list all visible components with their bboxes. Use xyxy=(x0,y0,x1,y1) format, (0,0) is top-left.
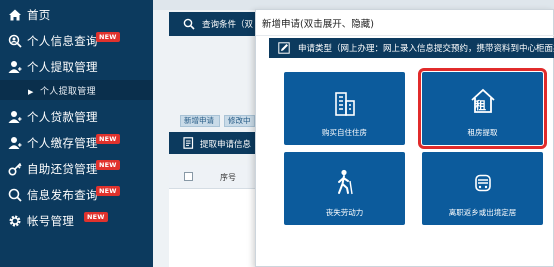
sidebar-item-label: 个人贷款管理 xyxy=(27,110,98,124)
sidebar-item-label: 自助还贷管理 xyxy=(27,162,98,176)
sidebar-item-label: 个人提取管理 xyxy=(27,60,98,74)
rent-character: 租 xyxy=(475,99,486,112)
gear-icon xyxy=(9,215,21,227)
new-badge: NEW xyxy=(96,160,120,170)
tile-buy-own-house[interactable]: 购买自住住房 xyxy=(284,72,405,145)
key-icon xyxy=(8,162,22,176)
tile-label: 丧失劳动力 xyxy=(325,208,364,217)
tile-rent-withdrawal[interactable]: 租 租房提取 xyxy=(418,68,547,149)
building-icon xyxy=(334,92,355,116)
tile-loss-of-labor-ability[interactable]: 丧失劳动力 xyxy=(284,152,405,225)
table-header: 序号 xyxy=(169,165,255,189)
query-conditions-label: 查询条件（双 xyxy=(202,20,254,30)
user-icon xyxy=(8,111,22,123)
sidebar-item-label: 个人缴存管理 xyxy=(27,136,98,150)
sidebar-item-self-service-repayment[interactable]: 自助还贷管理 NEW xyxy=(0,156,153,182)
new-badge: NEW xyxy=(96,186,120,196)
sidebar-item-home[interactable]: 首页 xyxy=(0,2,153,28)
document-icon xyxy=(183,137,194,149)
sidebar-item-label: 帐号管理 xyxy=(27,214,75,228)
modify-button[interactable]: 修改中 xyxy=(224,115,255,127)
car-icon xyxy=(474,174,491,192)
sidebar-subitem-label: 个人提取管理 xyxy=(40,87,96,97)
sidebar-item-account-management[interactable]: 帐号管理 NEW xyxy=(0,208,153,234)
user-icon xyxy=(8,137,22,149)
sidebar-subitem-personal-withdrawal[interactable]: ▶ 个人提取管理 xyxy=(0,80,153,100)
sidebar-item-label: 个人信息查询 xyxy=(27,34,98,48)
new-application-modal: 新增申请(双击展开、隐藏) 申请类型（网上办理：网上录入信息提交预约，携带资料到… xyxy=(255,9,554,267)
application-type-header: 申请类型（网上办理：网上录入信息提交预约，携带资料到中心柜面办理结 xyxy=(269,38,554,58)
sidebar-item-personal-info-query[interactable]: 个人信息查询 NEW xyxy=(0,28,153,54)
user-icon xyxy=(8,61,22,73)
new-badge: NEW xyxy=(84,212,108,222)
tile-leave-hometown-or-settle-abroad[interactable]: 离职返乡或出境定居 xyxy=(422,152,543,225)
tile-label: 离职返乡或出境定居 xyxy=(448,208,517,217)
sidebar: 首页 个人信息查询 NEW 个人提取管理 ▶ 个人提取管理 个人贷款管理 个人缴… xyxy=(0,0,153,267)
sidebar-item-label: 首页 xyxy=(27,8,51,22)
walking-person-icon xyxy=(337,169,353,195)
search-icon xyxy=(183,18,195,30)
new-badge: NEW xyxy=(96,134,120,144)
search-user-icon xyxy=(8,34,22,48)
section-title: 提取申请信息 xyxy=(200,140,252,150)
divider xyxy=(256,35,554,36)
search-icon xyxy=(8,188,22,202)
sidebar-item-personal-loan[interactable]: 个人贷款管理 xyxy=(0,104,153,130)
tile-label: 租房提取 xyxy=(467,128,498,137)
sidebar-item-info-publish-query[interactable]: 信息发布查询 NEW xyxy=(0,182,153,208)
modal-title[interactable]: 新增申请(双击展开、隐藏) xyxy=(262,16,374,30)
withdrawal-application-section-header: 提取申请信息 xyxy=(169,132,255,154)
application-type-label: 申请类型（网上办理：网上录入信息提交预约，携带资料到中心柜面办理结 xyxy=(298,44,554,54)
tile-label: 购买自住住房 xyxy=(322,128,367,137)
new-application-button[interactable]: 新增申请 xyxy=(180,115,220,127)
table-body xyxy=(169,189,255,267)
sidebar-item-personal-deposit[interactable]: 个人缴存管理 NEW xyxy=(0,130,153,156)
new-badge: NEW xyxy=(96,32,120,42)
select-all-checkbox[interactable] xyxy=(184,172,193,181)
column-header-index: 序号 xyxy=(220,173,236,182)
sidebar-item-label: 信息发布查询 xyxy=(27,188,98,202)
sidebar-item-personal-withdrawal[interactable]: 个人提取管理 xyxy=(0,54,153,80)
edit-icon xyxy=(278,42,290,54)
home-icon xyxy=(9,9,21,21)
query-conditions-bar[interactable]: 查询条件（双 xyxy=(169,12,269,36)
triangle-right-icon: ▶ xyxy=(28,88,34,96)
